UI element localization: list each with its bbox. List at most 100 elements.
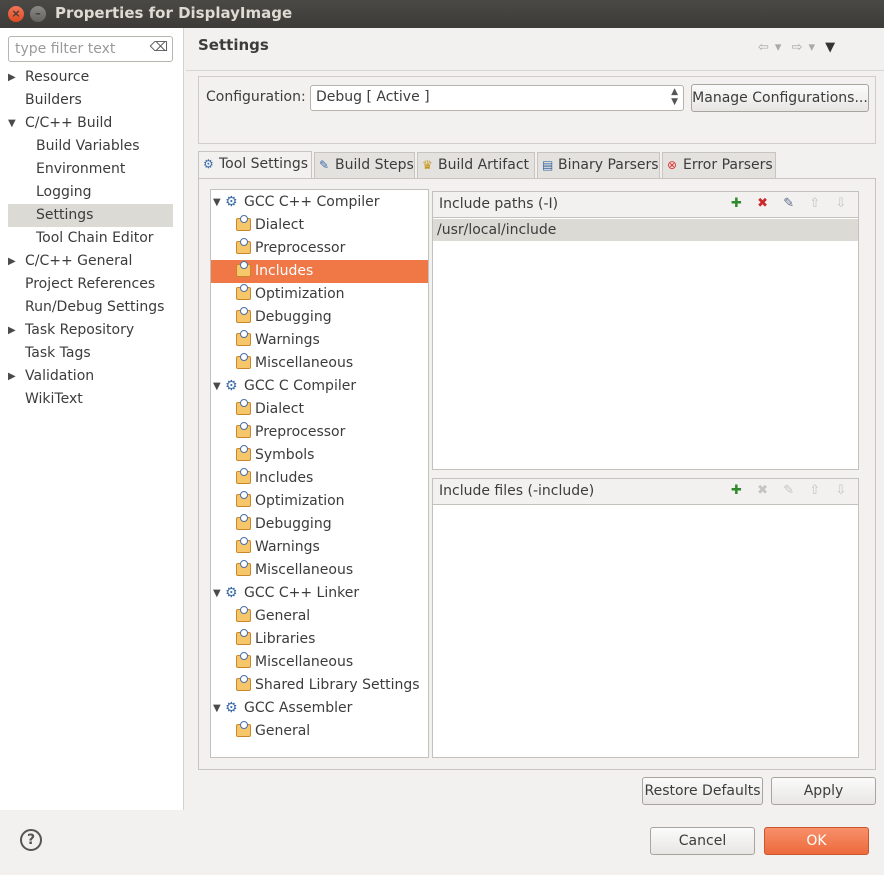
option-category-icon [236,514,251,530]
move-down-icon[interactable]: ⇩ [830,196,852,211]
tool-option-general[interactable]: General [211,720,428,743]
tool-node-gcc-assembler[interactable]: ▼ ⚙ GCC Assembler [211,697,428,720]
tool-option-miscellaneous[interactable]: Miscellaneous [211,651,428,674]
back-menu-icon[interactable]: ▾ [775,40,782,55]
expand-arrow-icon[interactable]: ▶ [8,250,16,273]
option-category-icon [236,261,251,277]
tool-node-gcc-cpp-linker[interactable]: ▼ ⚙ GCC C++ Linker [211,582,428,605]
nav-item-task-tags[interactable]: Task Tags [0,342,183,365]
error-icon: ⊗ [667,158,678,172]
forward-arrow-icon[interactable]: ⇨ [792,40,803,55]
tool-node-gcc-c-compiler[interactable]: ▼ ⚙ GCC C Compiler [211,375,428,398]
option-category-icon [236,652,251,668]
select-spinner-icon: ▲ ▼ [671,87,678,107]
option-category-icon [236,284,251,300]
ok-button[interactable]: OK [764,827,869,855]
add-icon[interactable]: ✚ [725,196,747,211]
add-icon[interactable]: ✚ [725,483,747,498]
edit-icon[interactable]: ✎ [778,196,800,211]
manage-configurations-button[interactable]: Manage Configurations... [691,84,869,112]
tool-option-debugging[interactable]: Debugging [211,513,428,536]
tool-option-optimization[interactable]: Optimization [211,490,428,513]
move-down-icon[interactable]: ⇩ [830,483,852,498]
option-category-icon [236,560,251,576]
edit-icon[interactable]: ✎ [778,483,800,498]
expand-arrow-icon[interactable]: ▶ [8,319,16,342]
nav-item-project-references[interactable]: Project References [0,273,183,296]
tool-option-includes[interactable]: Includes [211,260,428,283]
move-up-icon[interactable]: ⇧ [804,483,826,498]
include-paths-header: Include paths (-I) ✚ ✖ ✎ ⇧ ⇩ [433,192,858,218]
include-files-panel: Include files (-include) ✚ ✖ ✎ ⇧ ⇩ [432,478,859,758]
expand-arrow-icon[interactable]: ▶ [8,66,16,89]
tool-option-dialect[interactable]: Dialect [211,398,428,421]
collapse-arrow-icon[interactable]: ▼ [213,375,221,398]
tool-option-dialect[interactable]: Dialect [211,214,428,237]
collapse-arrow-icon[interactable]: ▼ [213,582,221,605]
option-category-icon [236,629,251,645]
tool-option-preprocessor[interactable]: Preprocessor [211,421,428,444]
tool-option-general[interactable]: General [211,605,428,628]
collapse-arrow-icon[interactable]: ▼ [213,697,221,720]
nav-item-validation[interactable]: ▶ Validation [0,365,183,388]
option-category-icon [236,307,251,323]
tool-option-libraries[interactable]: Libraries [211,628,428,651]
option-category-icon [236,721,251,737]
tool-node-gcc-cpp-compiler[interactable]: ▼ ⚙ GCC C++ Compiler [211,191,428,214]
apply-button[interactable]: Apply [771,777,876,805]
nav-tree: ▶ Resource Builders ▼ C/C++ Build Build Va… [0,66,183,411]
collapse-arrow-icon[interactable]: ▼ [8,112,16,135]
tool-option-debugging[interactable]: Debugging [211,306,428,329]
window-minimize-button[interactable]: – [30,6,46,22]
window-close-button[interactable]: × [8,6,24,22]
tool-option-symbols[interactable]: Symbols [211,444,428,467]
nav-item-environment[interactable]: Environment [0,158,183,181]
view-menu-icon[interactable]: ▼ [825,40,835,55]
tool-option-shared-library-settings[interactable]: Shared Library Settings [211,674,428,697]
collapse-arrow-icon[interactable]: ▼ [213,191,221,214]
nav-item-logging[interactable]: Logging [0,181,183,204]
nav-item-run-debug-settings[interactable]: Run/Debug Settings [0,296,183,319]
tab-build-steps[interactable]: ✎ Build Steps [314,152,415,178]
nav-item-cpp-build[interactable]: ▼ C/C++ Build [0,112,183,135]
delete-icon[interactable]: ✖ [752,483,774,498]
tab-error-parsers[interactable]: ⊗ Error Parsers [662,152,776,178]
filter-input[interactable] [13,40,149,58]
restore-defaults-button[interactable]: Restore Defaults [642,777,763,805]
move-up-icon[interactable]: ⇧ [804,196,826,211]
nav-item-builders[interactable]: Builders [0,89,183,112]
page-title: Settings [198,36,269,54]
window-title: Properties for DisplayImage [55,4,293,22]
nav-item-resource[interactable]: ▶ Resource [0,66,183,89]
tool-option-warnings[interactable]: Warnings [211,329,428,352]
properties-nav-pane: ⌫ ▶Resource Builders ▼C/C++ Build Build … [0,28,184,810]
nav-item-build-variables[interactable]: Build Variables [0,135,183,158]
tab-binary-parsers[interactable]: ▤ Binary Parsers [537,152,660,178]
nav-item-settings[interactable]: Settings [8,204,173,227]
expand-arrow-icon[interactable]: ▶ [8,365,16,388]
tool-option-miscellaneous[interactable]: Miscellaneous [211,559,428,582]
clear-filter-icon[interactable]: ⌫ [150,40,168,55]
tab-tool-settings[interactable]: ⚙ Tool Settings [198,151,312,178]
list-item[interactable]: /usr/local/include [433,219,858,241]
tool-option-includes[interactable]: Includes [211,467,428,490]
nav-item-cpp-general[interactable]: ▶ C/C++ General [0,250,183,273]
back-arrow-icon[interactable]: ⇦ [758,40,769,55]
tool-option-optimization[interactable]: Optimization [211,283,428,306]
cancel-button[interactable]: Cancel [650,827,755,855]
help-icon[interactable]: ? [20,829,42,851]
tab-build-artifact[interactable]: ♛ Build Artifact [417,152,535,178]
delete-icon[interactable]: ✖ [752,196,774,211]
tool-option-warnings[interactable]: Warnings [211,536,428,559]
option-category-icon [236,537,251,553]
build-steps-icon: ✎ [319,158,330,172]
forward-menu-icon[interactable]: ▾ [808,40,815,55]
nav-item-wikitext[interactable]: WikiText [0,388,183,411]
configuration-select[interactable]: Debug [ Active ] ▲ ▼ [310,85,684,111]
tool-option-miscellaneous[interactable]: Miscellaneous [211,352,428,375]
nav-item-task-repository[interactable]: ▶ Task Repository [0,319,183,342]
option-category-icon [236,330,251,346]
tool-option-preprocessor[interactable]: Preprocessor [211,237,428,260]
nav-item-tool-chain-editor[interactable]: Tool Chain Editor [0,227,183,250]
include-files-title: Include files (-include) [439,483,595,499]
